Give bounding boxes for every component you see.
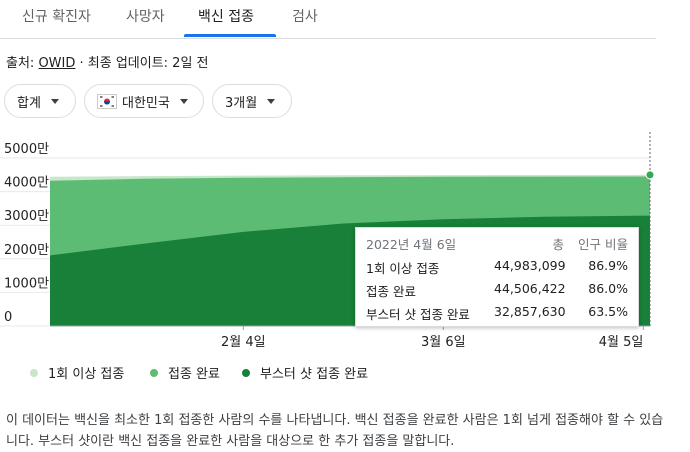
region-dropdown[interactable]: 대한민국 <box>84 84 204 118</box>
tab-bar: 신규 확진자 사망자 백신 접종 검사 <box>0 0 656 39</box>
tab-new-cases[interactable]: 신규 확진자 <box>22 6 91 26</box>
source-link[interactable]: OWID <box>38 56 75 71</box>
chevron-down-icon <box>267 98 276 104</box>
metric-dropdown-label: 합계 <box>17 95 41 111</box>
y-tick-label: 4000만 <box>4 176 49 191</box>
period-dropdown[interactable]: 3개월 <box>212 84 292 118</box>
tooltip-row-total: 44,983,099 <box>494 258 566 273</box>
chevron-down-icon <box>50 98 59 104</box>
tooltip-col-total: 총 <box>552 237 564 252</box>
source-line: 출처: OWID · 최종 업데이트: 2일 전 <box>6 52 209 71</box>
source-prefix: 출처: <box>6 56 39 71</box>
last-updated: · 최종 업데이트: 2일 전 <box>75 56 209 71</box>
tooltip-date: 2022년 4월 6일 <box>366 237 457 252</box>
tooltip-row-label: 1회 이상 접종 <box>366 261 440 276</box>
tooltip-row: 접종 완료 44,506,422 86.0% <box>356 281 638 301</box>
hover-point <box>645 170 655 180</box>
tooltip-row-label: 접종 완료 <box>366 284 416 299</box>
tooltip-row-total: 32,857,630 <box>494 304 566 319</box>
tooltip-row-pct: 63.5% <box>588 304 628 319</box>
legend-label: 부스터 샷 접종 완료 <box>260 367 369 382</box>
chevron-down-icon <box>179 98 188 104</box>
korea-flag-icon <box>97 93 117 109</box>
y-tick-label: 5000만 <box>4 142 49 157</box>
region-dropdown-label: 대한민국 <box>122 95 170 111</box>
x-tick-label: 2월 4일 <box>221 335 266 350</box>
metric-dropdown[interactable]: 합계 <box>4 84 76 118</box>
period-dropdown-label: 3개월 <box>225 95 258 111</box>
y-tick-label: 1000만 <box>4 276 49 291</box>
legend-item[interactable]: 1회 이상 접종 <box>30 363 124 382</box>
x-tick-label: 4월 5일 <box>599 335 644 350</box>
y-tick-label: 3000만 <box>4 209 49 224</box>
legend-item[interactable]: 부스터 샷 접종 완료 <box>242 363 368 382</box>
y-tick-label: 0 <box>4 310 12 325</box>
legend-label: 1회 이상 접종 <box>48 367 125 382</box>
legend-label: 접종 완료 <box>168 367 220 382</box>
tooltip-row: 부스터 샷 접종 완료 32,857,630 63.5% <box>356 304 638 324</box>
tooltip-row-pct: 86.0% <box>588 281 628 296</box>
tab-vaccinations[interactable]: 백신 접종 <box>198 6 254 26</box>
x-tick-label: 3월 6일 <box>421 335 466 350</box>
y-tick-label: 2000만 <box>4 243 49 258</box>
tab-deaths[interactable]: 사망자 <box>126 6 165 26</box>
tooltip-row-pct: 86.9% <box>588 258 628 273</box>
active-tab-indicator <box>184 34 276 37</box>
tooltip-row-total: 44,506,422 <box>494 281 566 296</box>
tooltip-col-pop: 인구 비율 <box>578 237 628 252</box>
legend-dot-icon <box>150 368 158 377</box>
tooltip-row-label: 부스터 샷 접종 완료 <box>366 307 470 322</box>
tab-testing[interactable]: 검사 <box>292 6 318 26</box>
chart-tooltip: 2022년 4월 6일 총 인구 비율 1회 이상 접종 44,983,099 … <box>355 227 639 327</box>
legend-dot-icon <box>30 368 38 377</box>
tooltip-row: 1회 이상 접종 44,983,099 86.9% <box>356 258 638 278</box>
chart-description: 이 데이터는 백신을 최소한 1회 접종한 사람의 수를 나타냅니다. 백신 접… <box>6 413 664 449</box>
legend-dot-icon <box>242 368 250 377</box>
legend-item[interactable]: 접종 완료 <box>150 363 220 382</box>
